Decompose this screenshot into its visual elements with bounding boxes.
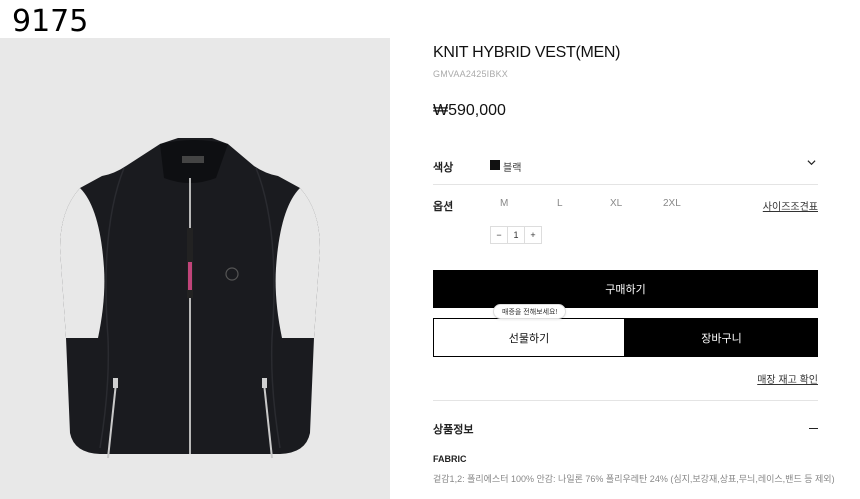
product-page: 9175 KNIT HYBRID VEST(MEN) GMVAA2425IBKX… [0,0,860,499]
color-label: 색상 [433,162,454,174]
options-label: 옵션 [433,201,454,213]
fabric-title: FABRIC [433,454,467,464]
gift-button[interactable]: 선물하기 [433,318,625,357]
quantity-stepper: − 1 + [490,226,542,244]
product-details-heading[interactable]: 상품정보 [433,421,473,437]
product-title: KNIT HYBRID VEST(MEN) [433,44,621,61]
product-sku: GMVAA2425IBKX [433,69,508,79]
size-option-l[interactable]: L [557,198,563,209]
size-guide-link[interactable]: 사이즈조견표 [763,198,818,213]
gift-tooltip: 매증을 전해보세요! [493,304,567,319]
size-option-2xl[interactable]: 2XL [663,198,681,209]
fabric-description: 겉감1,2: 폴리에스터 100% 안감: 나일론 76% 폴리우레탄 24% … [433,474,835,484]
product-price: ₩590,000 [433,102,506,119]
quantity-value[interactable]: 1 [507,227,525,243]
quantity-plus-button[interactable]: + [525,227,541,243]
quantity-minus-button[interactable]: − [491,227,507,243]
overlay-id-label: 9175 [12,4,89,39]
buy-button[interactable]: 구매하기 [433,270,818,308]
size-options: 옵션 M L XL 2XL 사이즈조견표 [433,186,818,226]
size-option-xl[interactable]: XL [610,198,622,209]
store-stock-link[interactable]: 매장 재고 확인 [757,371,818,386]
section-divider [433,400,818,401]
product-image[interactable] [0,38,390,499]
color-value: 블랙 [503,163,522,174]
color-swatch [490,160,500,170]
color-selector[interactable]: 색상 블랙 [433,150,818,185]
collapse-icon[interactable] [809,428,818,429]
size-option-m[interactable]: M [500,198,508,209]
vest-illustration [60,138,320,459]
add-to-cart-button[interactable]: 장바구니 [625,318,818,357]
chevron-down-icon[interactable] [807,158,816,167]
